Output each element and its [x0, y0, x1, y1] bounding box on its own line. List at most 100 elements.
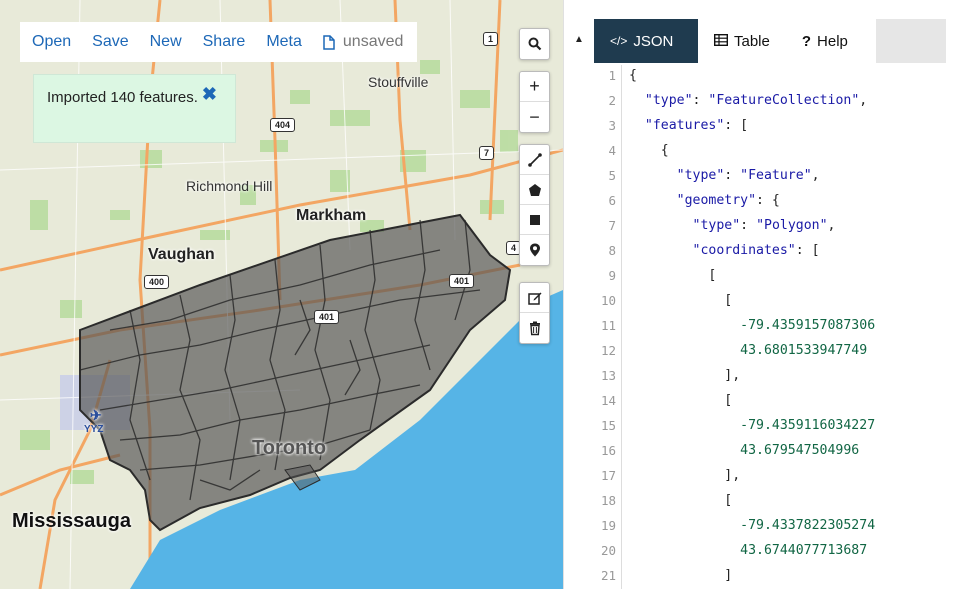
tab-json[interactable]: </> JSON	[594, 19, 698, 63]
map-view[interactable]: 1 404 7 400 401 401 4 Stouffville Richmo…	[0, 0, 563, 589]
code-line: 18 [	[594, 488, 958, 513]
line-number: 20	[600, 543, 616, 558]
code-text: "geometry": {	[676, 193, 780, 208]
table-icon	[713, 33, 729, 49]
line-number: 19	[600, 518, 616, 533]
highway-shield: 404	[270, 118, 296, 132]
code-line: 2 "type": "FeatureCollection",	[594, 88, 958, 113]
code-line: 19 -79.4337822305274	[594, 513, 958, 538]
code-line: 6 "geometry": {	[594, 188, 958, 213]
code-line: 8 "coordinates": [	[594, 238, 958, 263]
code-line: 21 ]	[594, 563, 958, 588]
code-text: [	[629, 293, 733, 308]
tab-json-label: JSON	[633, 32, 674, 50]
code-line: 11 -79.4359157087306	[594, 313, 958, 338]
code-line: 13 ],	[594, 363, 958, 388]
file-menu-bar: Open Save New Share Meta unsaved	[20, 22, 418, 62]
code-line: 14 [	[594, 388, 958, 413]
line-number: 10	[600, 293, 616, 308]
code-line: 20 43.6744077713687	[594, 538, 958, 563]
map-label-stouffville: Stouffville	[368, 74, 429, 90]
rectangle-icon	[529, 214, 540, 225]
search-icon	[528, 37, 541, 51]
code-line: 7 "type": "Polygon",	[594, 213, 958, 238]
code-text: "coordinates": [	[692, 243, 820, 258]
tab-help-label: Help	[817, 32, 848, 50]
code-line: 5 "type": "Feature",	[594, 163, 958, 188]
code-line: 16 43.679547504996	[594, 438, 958, 463]
edit-layers-button[interactable]	[520, 283, 549, 313]
code-text: [	[629, 493, 733, 508]
highway-shield: 400	[144, 275, 170, 289]
line-number: 11	[600, 318, 616, 333]
map-label-mississauga: Mississauga	[12, 510, 131, 532]
draw-marker-button[interactable]	[520, 235, 549, 265]
help-icon: ?	[801, 32, 812, 50]
line-number: 5	[608, 168, 616, 183]
tab-help[interactable]: ? Help	[786, 19, 864, 63]
code-text: -79.4337822305274	[740, 518, 876, 533]
panel-divider[interactable]: ▲	[563, 0, 593, 589]
document-icon	[323, 34, 335, 50]
open-button[interactable]: Open	[32, 33, 71, 51]
tab-table-label: Table	[734, 32, 770, 50]
search-control	[519, 28, 550, 60]
trash-icon	[529, 321, 540, 336]
import-notification: Imported 140 features. ✖	[33, 74, 236, 143]
line-number: 3	[608, 118, 616, 133]
line-number: 18	[600, 493, 616, 508]
draw-toolbar	[519, 144, 550, 266]
highway-shield: 401	[314, 310, 340, 324]
code-text: ]	[629, 568, 733, 583]
line-number: 16	[600, 443, 616, 458]
code-text: 43.6744077713687	[740, 543, 868, 558]
editor-tabs: </> JSON Table ? Help	[594, 19, 958, 63]
line-number: 13	[600, 368, 616, 383]
code-line: 1{	[594, 65, 958, 88]
close-icon[interactable]: ✖	[202, 85, 217, 104]
draw-line-button[interactable]	[520, 145, 549, 175]
code-text: 43.679547504996	[740, 443, 860, 458]
code-text: [	[629, 268, 717, 283]
map-label-airport: YYZ	[84, 424, 104, 435]
zoom-control: + −	[519, 71, 550, 133]
tab-bar-filler	[876, 19, 946, 63]
highway-shield: 7	[479, 146, 495, 160]
new-button[interactable]: New	[150, 33, 182, 51]
polygon-icon	[528, 183, 541, 196]
edit-toolbar	[519, 282, 550, 344]
line-number: 7	[608, 218, 616, 233]
code-text: -79.4359116034227	[740, 418, 876, 433]
search-button[interactable]	[520, 29, 549, 59]
map-label-toronto: Toronto	[252, 437, 327, 459]
draw-polygon-button[interactable]	[520, 175, 549, 205]
code-text: "type": "FeatureCollection",	[644, 93, 868, 108]
json-code-editor[interactable]: 1{2 "type": "FeatureCollection", 3 "featu…	[594, 65, 958, 589]
map-label-vaughan: Vaughan	[148, 246, 215, 263]
import-notification-text: Imported 140 features.	[47, 89, 198, 106]
line-icon	[527, 152, 542, 167]
code-text: {	[629, 68, 637, 83]
code-line: 4 {	[594, 138, 958, 163]
collapse-up-icon[interactable]: ▲	[574, 34, 584, 45]
save-button[interactable]: Save	[92, 33, 128, 51]
line-number: 14	[600, 393, 616, 408]
delete-layers-button[interactable]	[520, 313, 549, 343]
map-label-markham: Markham	[296, 207, 367, 224]
edit-icon	[527, 292, 541, 305]
code-line: 9 [	[594, 263, 958, 288]
draw-rectangle-button[interactable]	[520, 205, 549, 235]
highway-shield: 1	[483, 32, 499, 46]
share-button[interactable]: Share	[203, 33, 246, 51]
meta-button[interactable]: Meta	[266, 33, 302, 51]
code-line: 15 -79.4359116034227	[594, 413, 958, 438]
line-number: 21	[600, 568, 616, 583]
code-text: 43.6801533947749	[740, 343, 868, 358]
line-number: 9	[608, 268, 616, 283]
code-text: "type": "Polygon",	[692, 218, 836, 233]
tab-table[interactable]: Table	[698, 19, 786, 63]
zoom-in-button[interactable]: +	[520, 72, 549, 102]
code-icon: </>	[610, 34, 628, 48]
code-text: [	[629, 393, 733, 408]
zoom-out-button[interactable]: −	[520, 102, 549, 132]
